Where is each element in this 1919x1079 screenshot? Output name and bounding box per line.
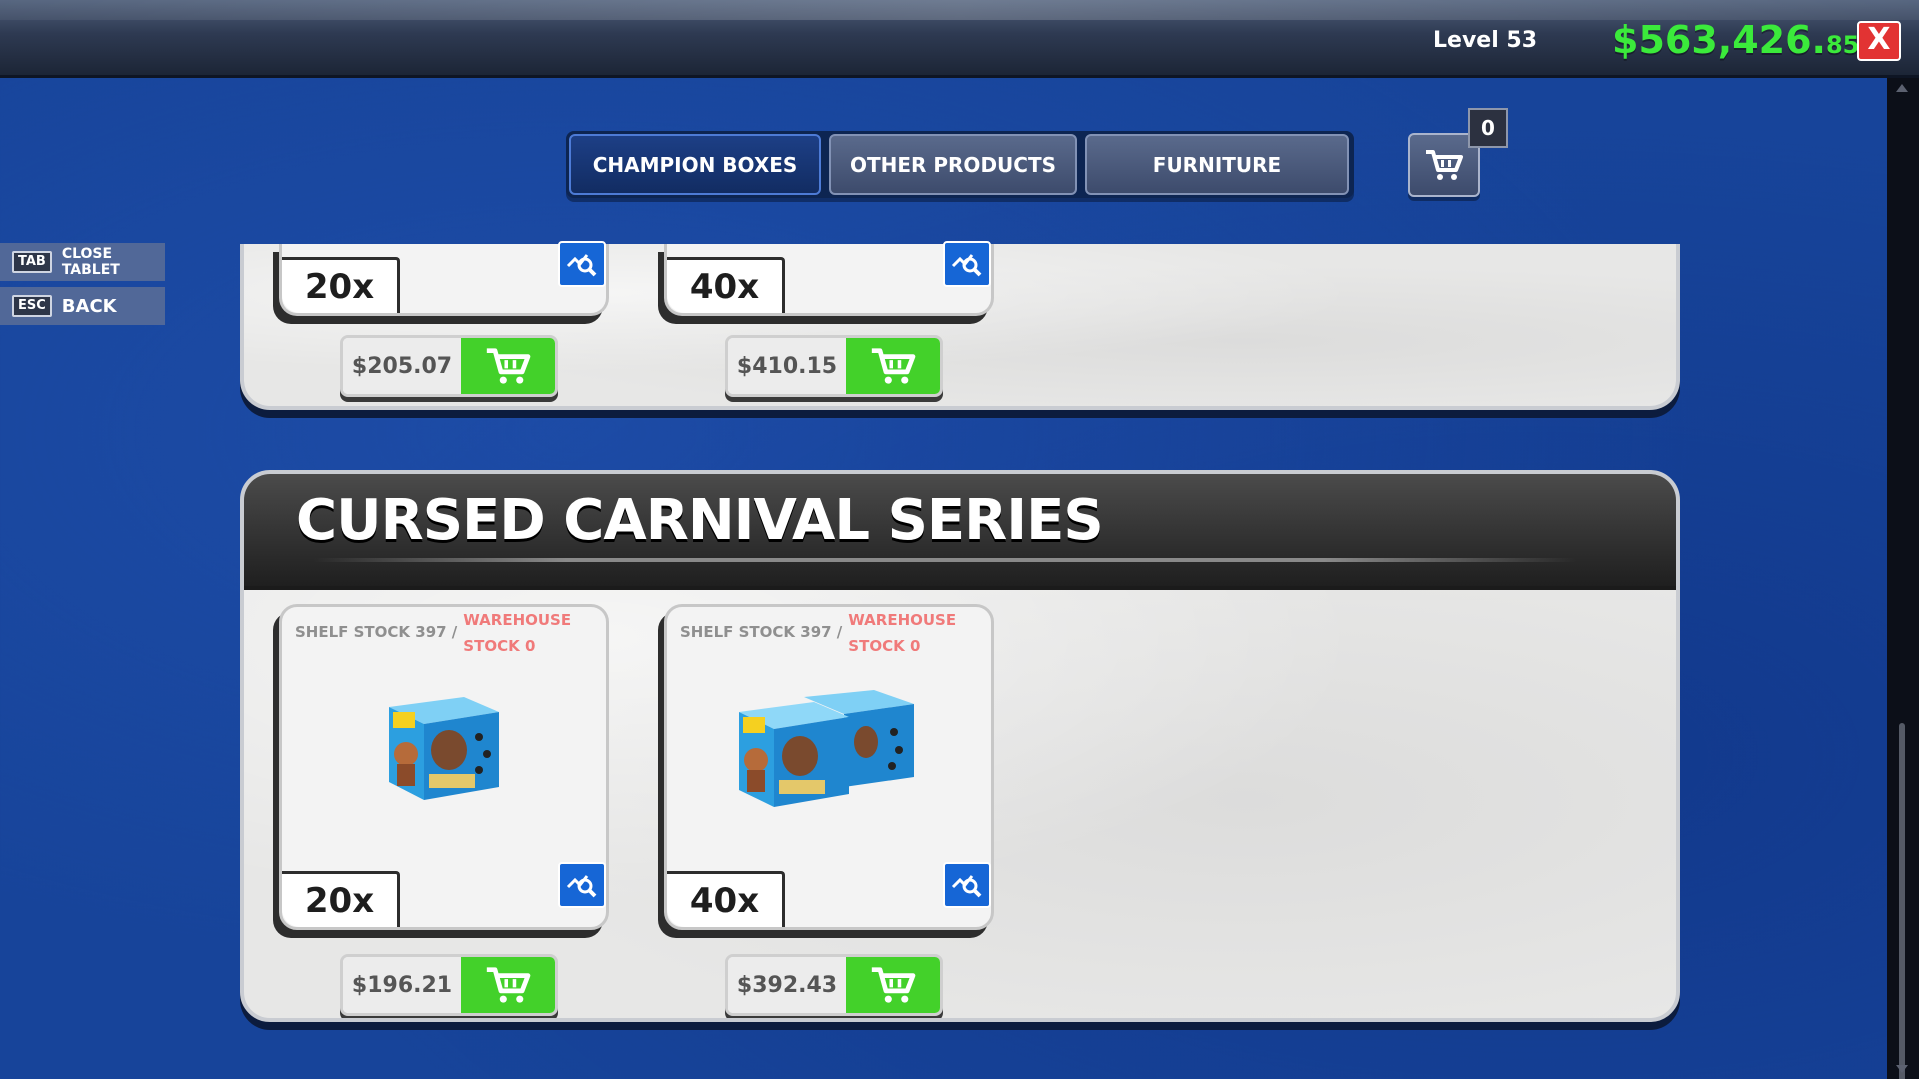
previous-series-panel: 20x $205.07 40x $410.15 xyxy=(240,241,1680,410)
money-balance: $563,426.85 xyxy=(1612,18,1859,62)
shelf-stock: SHELF STOCK 397 / xyxy=(680,623,843,641)
top-bar: Level 53 $563,426.85 X xyxy=(0,0,1919,78)
add-to-cart-button[interactable] xyxy=(461,338,555,394)
price-label: $196.21 xyxy=(343,957,461,1013)
price-label: $205.07 xyxy=(343,338,461,394)
buy-row: $392.43 xyxy=(725,954,943,1016)
add-to-cart-button[interactable] xyxy=(846,338,940,394)
category-tabs: CHAMPION BOXES OTHER PRODUCTS FURNITURE xyxy=(566,131,1354,198)
product-card[interactable]: 20x xyxy=(279,241,609,316)
inspect-icon xyxy=(566,875,597,898)
money-main: $563,426. xyxy=(1612,18,1826,62)
scroll-thumb[interactable] xyxy=(1899,723,1905,1079)
warehouse-stock: WAREHOUSE STOCK 0 xyxy=(463,611,572,655)
cart-count-badge: 0 xyxy=(1468,108,1508,148)
quantity-label: 40x xyxy=(667,871,785,927)
quantity-label: 40x xyxy=(667,257,785,313)
price-label: $410.15 xyxy=(728,338,846,394)
stock-info: SHELF STOCK 397 / WAREHOUSE STOCK 0 xyxy=(295,607,573,659)
tab-champion-boxes[interactable]: CHAMPION BOXES xyxy=(569,134,821,195)
champion-box-image xyxy=(389,697,499,800)
tab-key: TAB xyxy=(12,251,52,273)
inspect-button[interactable] xyxy=(943,241,991,287)
inspect-button[interactable] xyxy=(943,862,991,908)
money-cents: 85 xyxy=(1825,31,1860,59)
shelf-stock: SHELF STOCK 397 / xyxy=(295,623,458,641)
scrollbar[interactable] xyxy=(1887,78,1919,1079)
tab-other-products[interactable]: OTHER PRODUCTS xyxy=(829,134,1077,195)
product-card[interactable]: SHELF STOCK 397 / WAREHOUSE STOCK 0 40x xyxy=(664,604,994,930)
product-card[interactable]: SHELF STOCK 397 / WAREHOUSE STOCK 0 20x xyxy=(279,604,609,930)
quantity-label: 20x xyxy=(282,871,400,927)
price-label: $392.43 xyxy=(728,957,846,1013)
tab-furniture[interactable]: FURNITURE xyxy=(1085,134,1349,195)
cart-icon xyxy=(486,348,531,384)
cart-icon xyxy=(871,348,916,384)
hint-back[interactable]: ESC BACK xyxy=(0,287,165,325)
hint-label: BACK xyxy=(61,295,117,317)
inspect-icon xyxy=(951,875,982,898)
stock-info: SHELF STOCK 397 / WAREHOUSE STOCK 0 xyxy=(680,607,958,659)
buy-row: $196.21 xyxy=(340,954,558,1016)
cursed-carnival-series-panel: CURSED CARNIVAL SERIES SHELF STOCK 397 /… xyxy=(240,470,1680,1022)
series-header: CURSED CARNIVAL SERIES xyxy=(244,474,1676,590)
player-level: Level 53 xyxy=(1433,28,1538,53)
inspect-icon xyxy=(951,254,982,277)
esc-key: ESC xyxy=(12,295,52,317)
cart-icon xyxy=(1426,150,1463,180)
scroll-down-icon[interactable] xyxy=(1896,1065,1908,1073)
inspect-button[interactable] xyxy=(558,862,606,908)
inspect-icon xyxy=(566,254,597,277)
hint-close-tablet[interactable]: TAB CLOSE TABLET xyxy=(0,243,165,281)
product-card[interactable]: 40x xyxy=(664,241,994,316)
champion-box-image xyxy=(739,690,914,807)
buy-row: $410.15 xyxy=(725,335,943,397)
cart-icon xyxy=(871,967,916,1003)
cart-icon xyxy=(486,967,531,1003)
buy-row: $205.07 xyxy=(340,335,558,397)
warehouse-stock: WAREHOUSE STOCK 0 xyxy=(848,611,957,655)
hint-label: CLOSE TABLET xyxy=(61,246,120,278)
series-title: CURSED CARNIVAL SERIES xyxy=(296,488,1104,553)
quantity-label: 20x xyxy=(282,257,400,313)
close-button[interactable]: X xyxy=(1857,21,1901,61)
scroll-up-icon[interactable] xyxy=(1896,84,1908,92)
add-to-cart-button[interactable] xyxy=(846,957,940,1013)
add-to-cart-button[interactable] xyxy=(461,957,555,1013)
inspect-button[interactable] xyxy=(558,241,606,287)
